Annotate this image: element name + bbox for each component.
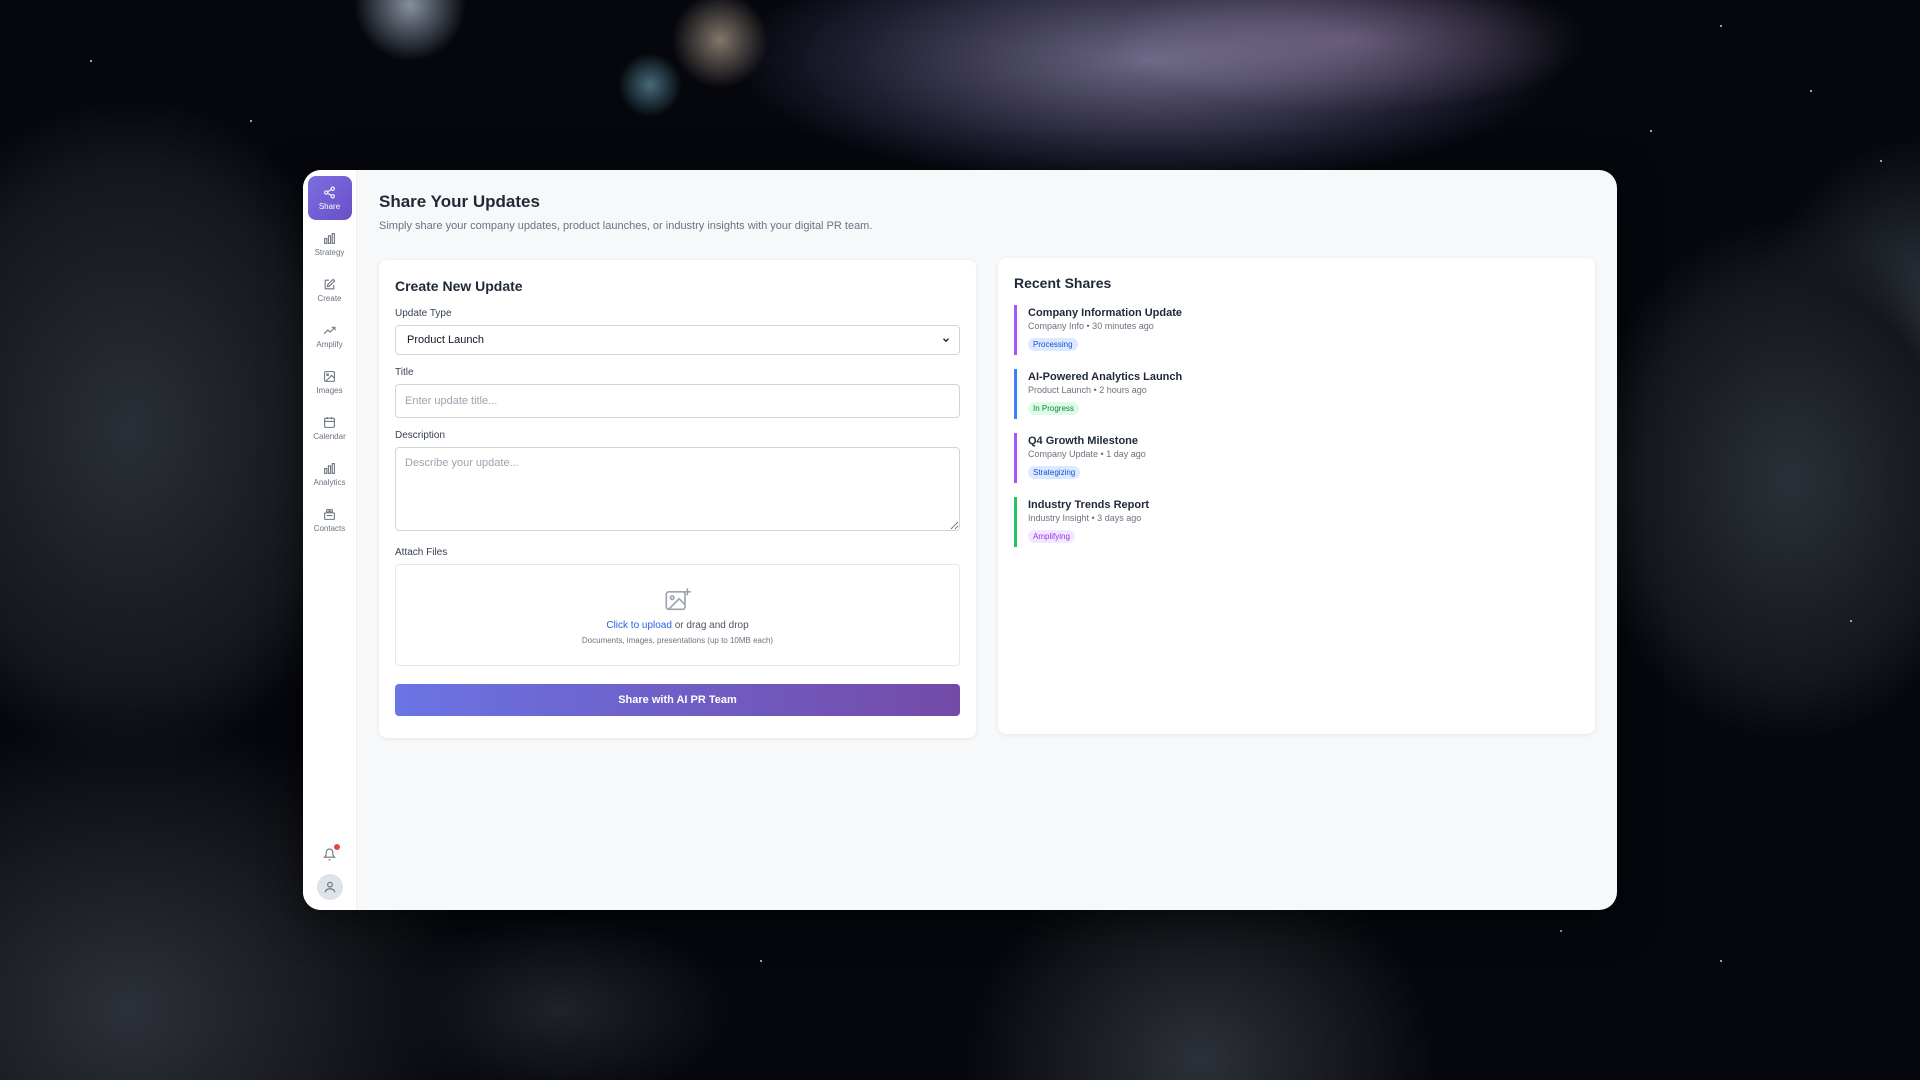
sidebar-item-label: Calendar <box>313 431 346 441</box>
update-type-value: Product Launch <box>407 334 485 346</box>
bell-icon <box>323 848 336 860</box>
sidebar-item-label: Share <box>318 201 341 211</box>
calendar-icon <box>324 416 335 428</box>
list-item[interactable]: Company Information Update Company Info … <box>1014 305 1579 355</box>
status-badge: Processing <box>1028 338 1078 351</box>
trending-up-icon <box>323 326 336 334</box>
page-subtitle: Simply share your company updates, produ… <box>379 220 873 232</box>
recent-shares-card: Recent Shares Company Information Update… <box>998 258 1595 734</box>
list-item[interactable]: Q4 Growth Milestone Company Update • 1 d… <box>1014 433 1579 483</box>
page-title: Share Your Updates <box>379 192 540 211</box>
share-title: AI-Powered Analytics Launch <box>1028 371 1183 383</box>
sidebar-item-create[interactable]: Create <box>308 268 352 312</box>
click-to-upload-link[interactable]: Click to upload <box>606 620 672 631</box>
create-update-card: Create New Update Update Type Product La… <box>379 260 976 738</box>
sidebar-item-amplify[interactable]: Amplify <box>308 314 352 358</box>
main-content: Share Your Updates Simply share your com… <box>357 170 1617 910</box>
sidebar-item-analytics[interactable]: Analytics <box>308 452 352 496</box>
upload-instructions: Click to upload or drag and drop <box>606 620 748 631</box>
share-with-ai-pr-team-button[interactable]: Share with AI PR Team <box>395 684 960 716</box>
share-meta: Industry Insight • 3 days ago <box>1028 513 1142 523</box>
description-textarea[interactable] <box>395 447 960 531</box>
attach-files-label: Attach Files <box>395 547 448 558</box>
chevron-down-icon <box>943 338 949 343</box>
create-update-title: Create New Update <box>395 278 523 294</box>
share-meta: Company Info • 30 minutes ago <box>1028 321 1154 331</box>
app-window: Share Strategy Create Amplify Images Cal… <box>303 170 1617 910</box>
list-item[interactable]: AI-Powered Analytics Launch Product Laun… <box>1014 369 1579 419</box>
sidebar-item-label: Contacts <box>313 523 346 533</box>
sidebar-item-calendar[interactable]: Calendar <box>308 406 352 450</box>
description-label: Description <box>395 430 446 441</box>
share-meta: Product Launch • 2 hours ago <box>1028 385 1147 395</box>
sidebar: Share Strategy Create Amplify Images Cal… <box>303 170 357 910</box>
sidebar-item-label: Amplify <box>316 339 343 349</box>
share-title: Industry Trends Report <box>1028 499 1150 511</box>
sidebar-item-label: Images <box>316 385 343 395</box>
sidebar-item-label: Strategy <box>314 247 345 257</box>
sidebar-item-strategy[interactable]: Strategy <box>308 222 352 266</box>
status-badge: Amplifying <box>1028 530 1075 543</box>
share-meta: Company Update • 1 day ago <box>1028 449 1146 459</box>
sidebar-item-label: Analytics <box>313 477 346 487</box>
edit-icon <box>324 278 336 289</box>
notifications-button[interactable] <box>318 842 342 866</box>
title-label: Title <box>395 367 414 378</box>
share-icon <box>324 186 335 198</box>
share-title: Q4 Growth Milestone <box>1028 435 1139 447</box>
image-icon <box>324 370 335 382</box>
upload-text: or drag and drop <box>671 619 749 631</box>
update-type-label: Update Type <box>395 308 452 319</box>
status-badge: In Progress <box>1028 402 1079 415</box>
list-item[interactable]: Industry Trends Report Industry Insight … <box>1014 497 1579 547</box>
bar-chart-icon <box>324 462 335 474</box>
sidebar-item-label: Create <box>317 293 342 303</box>
user-icon <box>324 881 335 893</box>
sidebar-item-share[interactable]: Share <box>307 176 352 220</box>
recent-shares-title: Recent Shares <box>1014 275 1112 291</box>
status-badge: Strategizing <box>1028 466 1081 479</box>
update-type-select[interactable]: Product Launch <box>395 325 960 355</box>
share-title: Company Information Update <box>1028 307 1183 319</box>
sidebar-item-images[interactable]: Images <box>308 360 352 404</box>
contacts-icon <box>324 508 335 520</box>
file-upload-dropzone[interactable]: Click to upload or drag and drop Documen… <box>395 564 960 666</box>
bar-chart-icon <box>324 232 335 244</box>
image-upload-icon <box>665 587 691 610</box>
sidebar-item-contacts[interactable]: Contacts <box>308 498 352 542</box>
title-input[interactable] <box>395 384 960 418</box>
avatar[interactable] <box>316 874 343 900</box>
recent-shares-list: Company Information Update Company Info … <box>1014 305 1579 547</box>
sidebar-footer <box>316 842 343 910</box>
upload-hint: Documents, images, presentations (up to … <box>581 635 774 645</box>
notification-dot <box>333 844 340 850</box>
